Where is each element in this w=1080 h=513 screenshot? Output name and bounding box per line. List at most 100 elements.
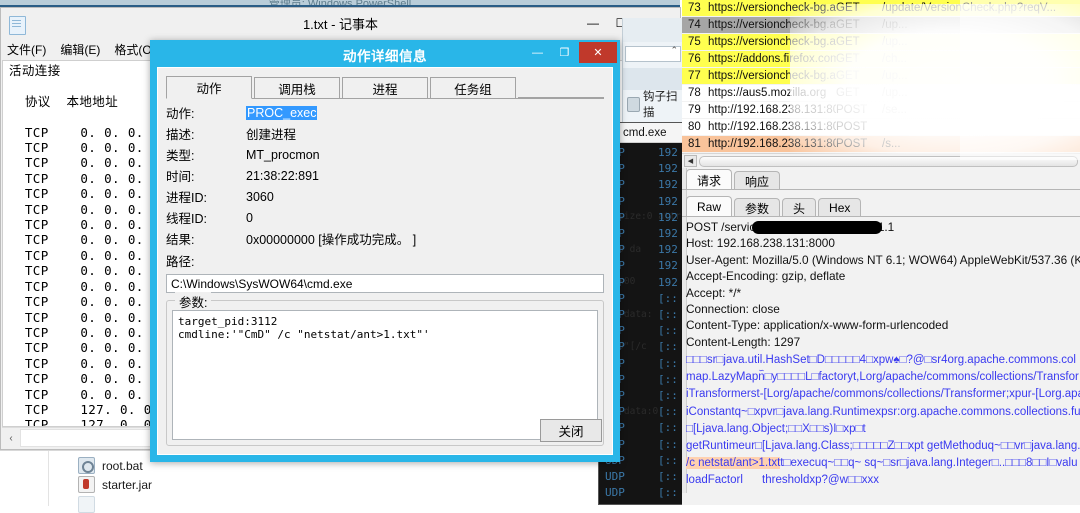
dialog-close-button[interactable]: ✕ [579, 42, 617, 63]
tab-process[interactable]: 进程 [342, 77, 428, 98]
table-row[interactable]: 80 http://192.168.238.131:8000POST [682, 119, 1080, 136]
table-row[interactable]: 77 https://versioncheck-bg.ad...GET/up... [682, 68, 1080, 85]
row-number: 76 [688, 53, 701, 65]
menu-item-file[interactable]: 文件(F) [7, 41, 46, 58]
proxy-hscroll-thumb[interactable] [699, 155, 1078, 167]
params-textarea[interactable]: target_pid:3112 cmdline:'"CmD" /c "netst… [172, 310, 598, 440]
menu-item-edit[interactable]: 编辑(E) [60, 41, 100, 58]
params-group: 参数: target_pid:3112 cmdline:'"CmD" /c "n… [166, 292, 604, 446]
path-input[interactable]: C:\Windows\SysWOW64\cmd.exe [166, 274, 604, 293]
row-path: /up... [882, 70, 908, 82]
field-description: 描述: 创建进程 [166, 123, 604, 144]
row-method: POST [836, 121, 868, 133]
payload-line: map.LazyMapn᷈□y□□□□L□factoryt,Lorg/apach… [686, 371, 1079, 384]
dialog-window-controls[interactable]: — ❐ ✕ [525, 42, 617, 63]
field-label: 时间: [166, 170, 195, 184]
request-payload-text[interactable]: □□□sr□java.util.HashSet□D□□□□□4□xpw♠□?@□… [686, 352, 1080, 490]
row-number: 77 [688, 70, 701, 82]
tab-hex[interactable]: Hex [818, 198, 862, 217]
row-host: http://192.168.238.131:8000 [708, 104, 836, 116]
table-row[interactable]: 74 https://versioncheck-bg.ad...GET/up... [682, 17, 1080, 34]
field-label: 进程ID: [166, 191, 207, 205]
row-host: https://addons.firefox.com... [708, 53, 836, 65]
row-method: GET [836, 2, 860, 14]
console-line: UDP [:: [605, 486, 678, 500]
row-host: http://192.168.238.131:8000 [708, 138, 836, 150]
dialog-maximize-button[interactable]: ❐ [552, 42, 577, 63]
tab-headers[interactable]: 头 [782, 198, 817, 217]
minimize-button[interactable]: — [579, 8, 607, 38]
jar-file-icon [78, 476, 95, 493]
table-row[interactable]: 78 https://aus5.mozilla.org GET/up... [682, 85, 1080, 102]
proxy-window[interactable]: 73https://versioncheck-bg.ad...GET/updat… [682, 0, 1080, 505]
hook-scanner-combobox[interactable] [625, 45, 681, 62]
field-action: 动作: PROC_exec [166, 102, 604, 123]
view-mode-tabs[interactable]: Raw 参数 头 Hex [686, 196, 863, 217]
table-row[interactable]: 75 https://versioncheck-bg.ad...GET/up... [682, 34, 1080, 51]
table-row[interactable]: 79 http://192.168.238.131:8000POST/se... [682, 102, 1080, 119]
row-number: 73 [688, 2, 701, 14]
console-line: UDP [:: [605, 501, 678, 504]
dialog-minimize-button[interactable]: — [525, 42, 550, 63]
hook-scanner-strip [623, 68, 683, 90]
row-path: /se... [882, 104, 907, 116]
row-method: GET [836, 36, 860, 48]
scroll-left-arrow-icon[interactable]: ◀ [684, 155, 697, 167]
field-value[interactable]: PROC_exec [246, 105, 318, 120]
action-detail-dialog[interactable]: 动作详细信息 — ❐ ✕ 动作 调用栈 进程 任务组 动作: PROC_exec… [150, 40, 620, 462]
row-method: POST [836, 138, 868, 150]
list-item[interactable]: root.bat [78, 457, 143, 474]
field-result: 结果: 0x00000000 [操作成功完成。 ] [166, 228, 604, 249]
list-item[interactable]: starter.jar [78, 476, 152, 493]
proxy-list-horizontal-scrollbar[interactable]: ◀ [682, 153, 1080, 168]
field-time: 时间: 21:38:22:891 [166, 165, 604, 186]
hook-scan-label: 钩子扫描 [643, 91, 678, 119]
notepad-titlebar[interactable]: 1.txt - 记事本 — ☐ ✕ [1, 8, 680, 39]
field-value: 21:38:22:891 [246, 168, 319, 183]
tab-callstack[interactable]: 调用栈 [254, 77, 340, 98]
tab-params[interactable]: 参数 [734, 198, 781, 217]
row-path: /up... [882, 19, 908, 31]
row-method: GET [836, 19, 860, 31]
view-tabs-underline [682, 216, 1080, 217]
row-path: /update/VersionCheck.php?reqV... [882, 2, 1057, 14]
hook-scanner-toolbar [623, 18, 683, 42]
row-host: http://192.168.238.131:8000 [708, 121, 836, 133]
field-label: 动作: [166, 107, 195, 121]
redaction-bar-icon [752, 221, 882, 234]
field-type: 类型: MT_procmon [166, 144, 604, 165]
tab-request[interactable]: 请求 [686, 169, 733, 190]
bat-file-icon [78, 457, 95, 474]
payload-line: iConstantq~□xpvr□java.lang.Runtimexpsr:o… [686, 405, 1080, 418]
payload-line: /c netstat/ant>1.txtt□execuq~□□q~ sq~□sr… [686, 455, 1078, 472]
hook-scanner-window[interactable]: 钩子扫描 [622, 18, 683, 133]
hook-scan-button[interactable]: 钩子扫描 [624, 91, 682, 119]
close-dialog-button[interactable]: 关闭 [540, 419, 602, 442]
proxy-status-strip [682, 493, 1080, 505]
tab-response[interactable]: 响应 [734, 171, 781, 190]
dialog-tabs[interactable]: 动作 调用栈 进程 任务组 [166, 76, 604, 99]
tab-action[interactable]: 动作 [166, 76, 252, 99]
field-value: 0x00000000 [操作成功完成。 ] [246, 233, 417, 247]
cmd-title: cmd.exe [623, 126, 667, 139]
dialog-titlebar[interactable]: 动作详细信息 — ❐ ✕ [150, 40, 620, 67]
table-row[interactable]: 76 https://addons.firefox.com... GET/ch... [682, 51, 1080, 68]
request-response-tabs[interactable]: 请求 响应 [686, 169, 782, 190]
field-value: 3060 [246, 189, 274, 204]
row-host: https://versioncheck-bg.ad... [708, 2, 836, 14]
table-row[interactable]: 73 https://versioncheck-bg.ad...GET/updat… [682, 0, 1080, 17]
tab-raw[interactable]: Raw [686, 196, 733, 217]
path-label: 路径: [166, 255, 195, 269]
payload-remainder: t□execuq~□□q~ sq~□sr□java.lang.Integer□.… [780, 457, 1078, 470]
row-path: /s... [882, 138, 901, 150]
powershell-window-titlebar[interactable]: 管理员: Windows PowerShell [0, 0, 680, 7]
tab-taskgroup[interactable]: 任务组 [430, 77, 516, 98]
request-raw-text[interactable]: POST /service/ HTTP/1.1 Host: 192.168.23… [686, 219, 1080, 350]
highlighted-command: /c netstat/ant>1.txt [686, 457, 781, 470]
row-path: /ch... [882, 53, 907, 65]
proxy-request-list[interactable]: 73https://versioncheck-bg.ad...GET/updat… [682, 0, 1080, 153]
scroll-left-arrow-icon[interactable]: ‹ [2, 429, 20, 447]
row-number: 78 [688, 87, 701, 99]
table-row[interactable]: 81 http://192.168.238.131:8000POST/s... [682, 136, 1080, 153]
params-label: 参数: [175, 292, 212, 311]
